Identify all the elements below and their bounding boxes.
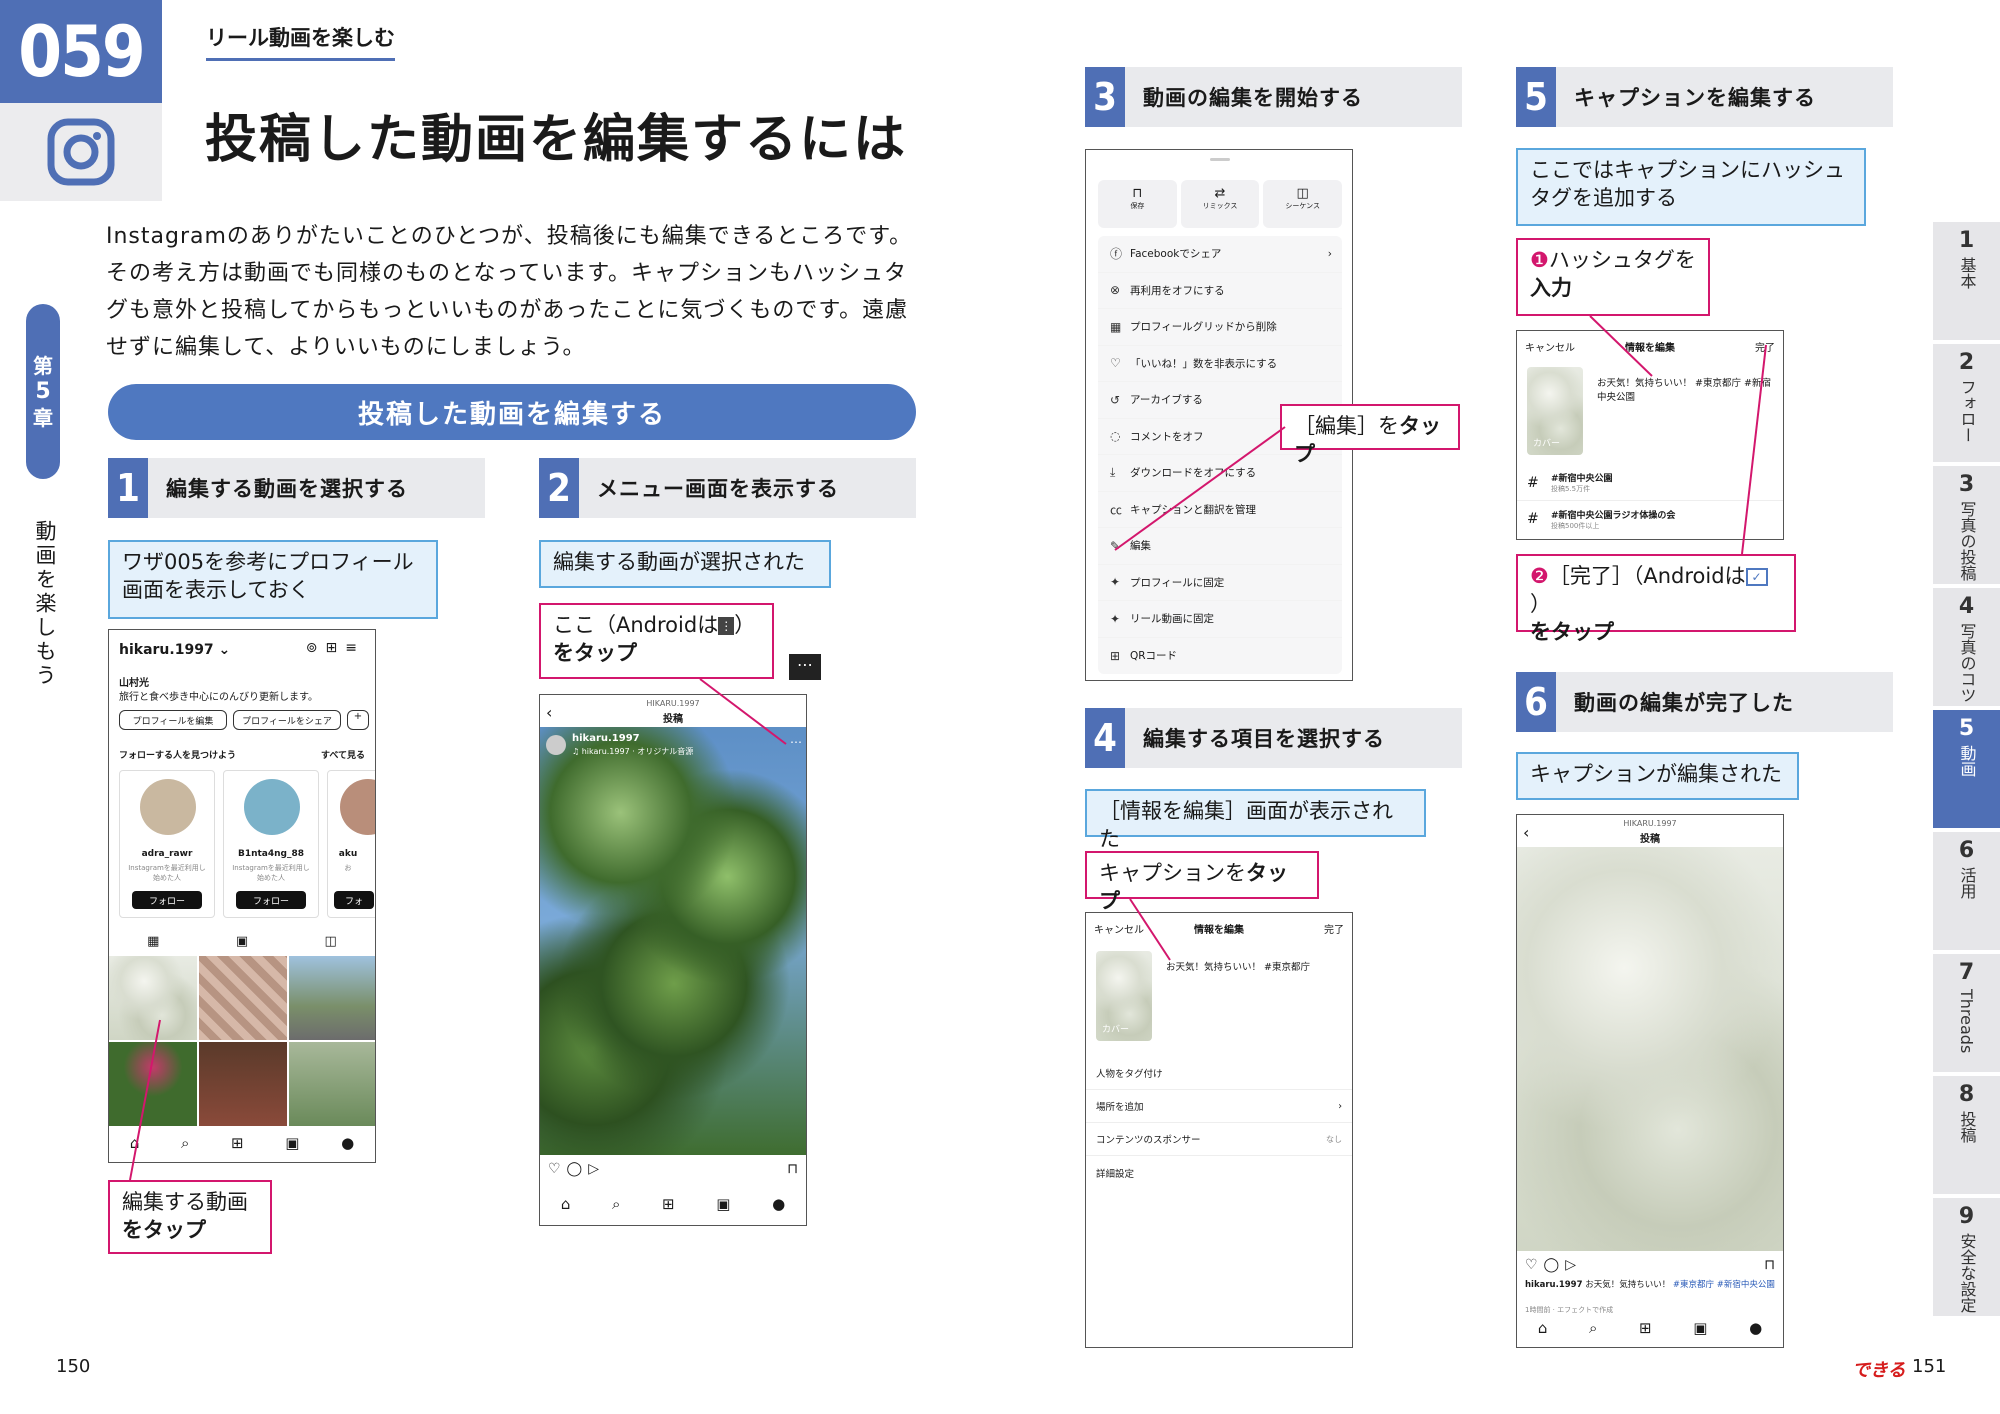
callout-leader (1129, 898, 1171, 961)
callout-leader (129, 1019, 161, 1181)
callout-leader (1741, 344, 1767, 555)
callout-leader (699, 678, 787, 745)
callout-leader (1589, 315, 1653, 377)
callout-leader (1114, 426, 1286, 551)
callout-lines (129, 315, 1767, 1181)
